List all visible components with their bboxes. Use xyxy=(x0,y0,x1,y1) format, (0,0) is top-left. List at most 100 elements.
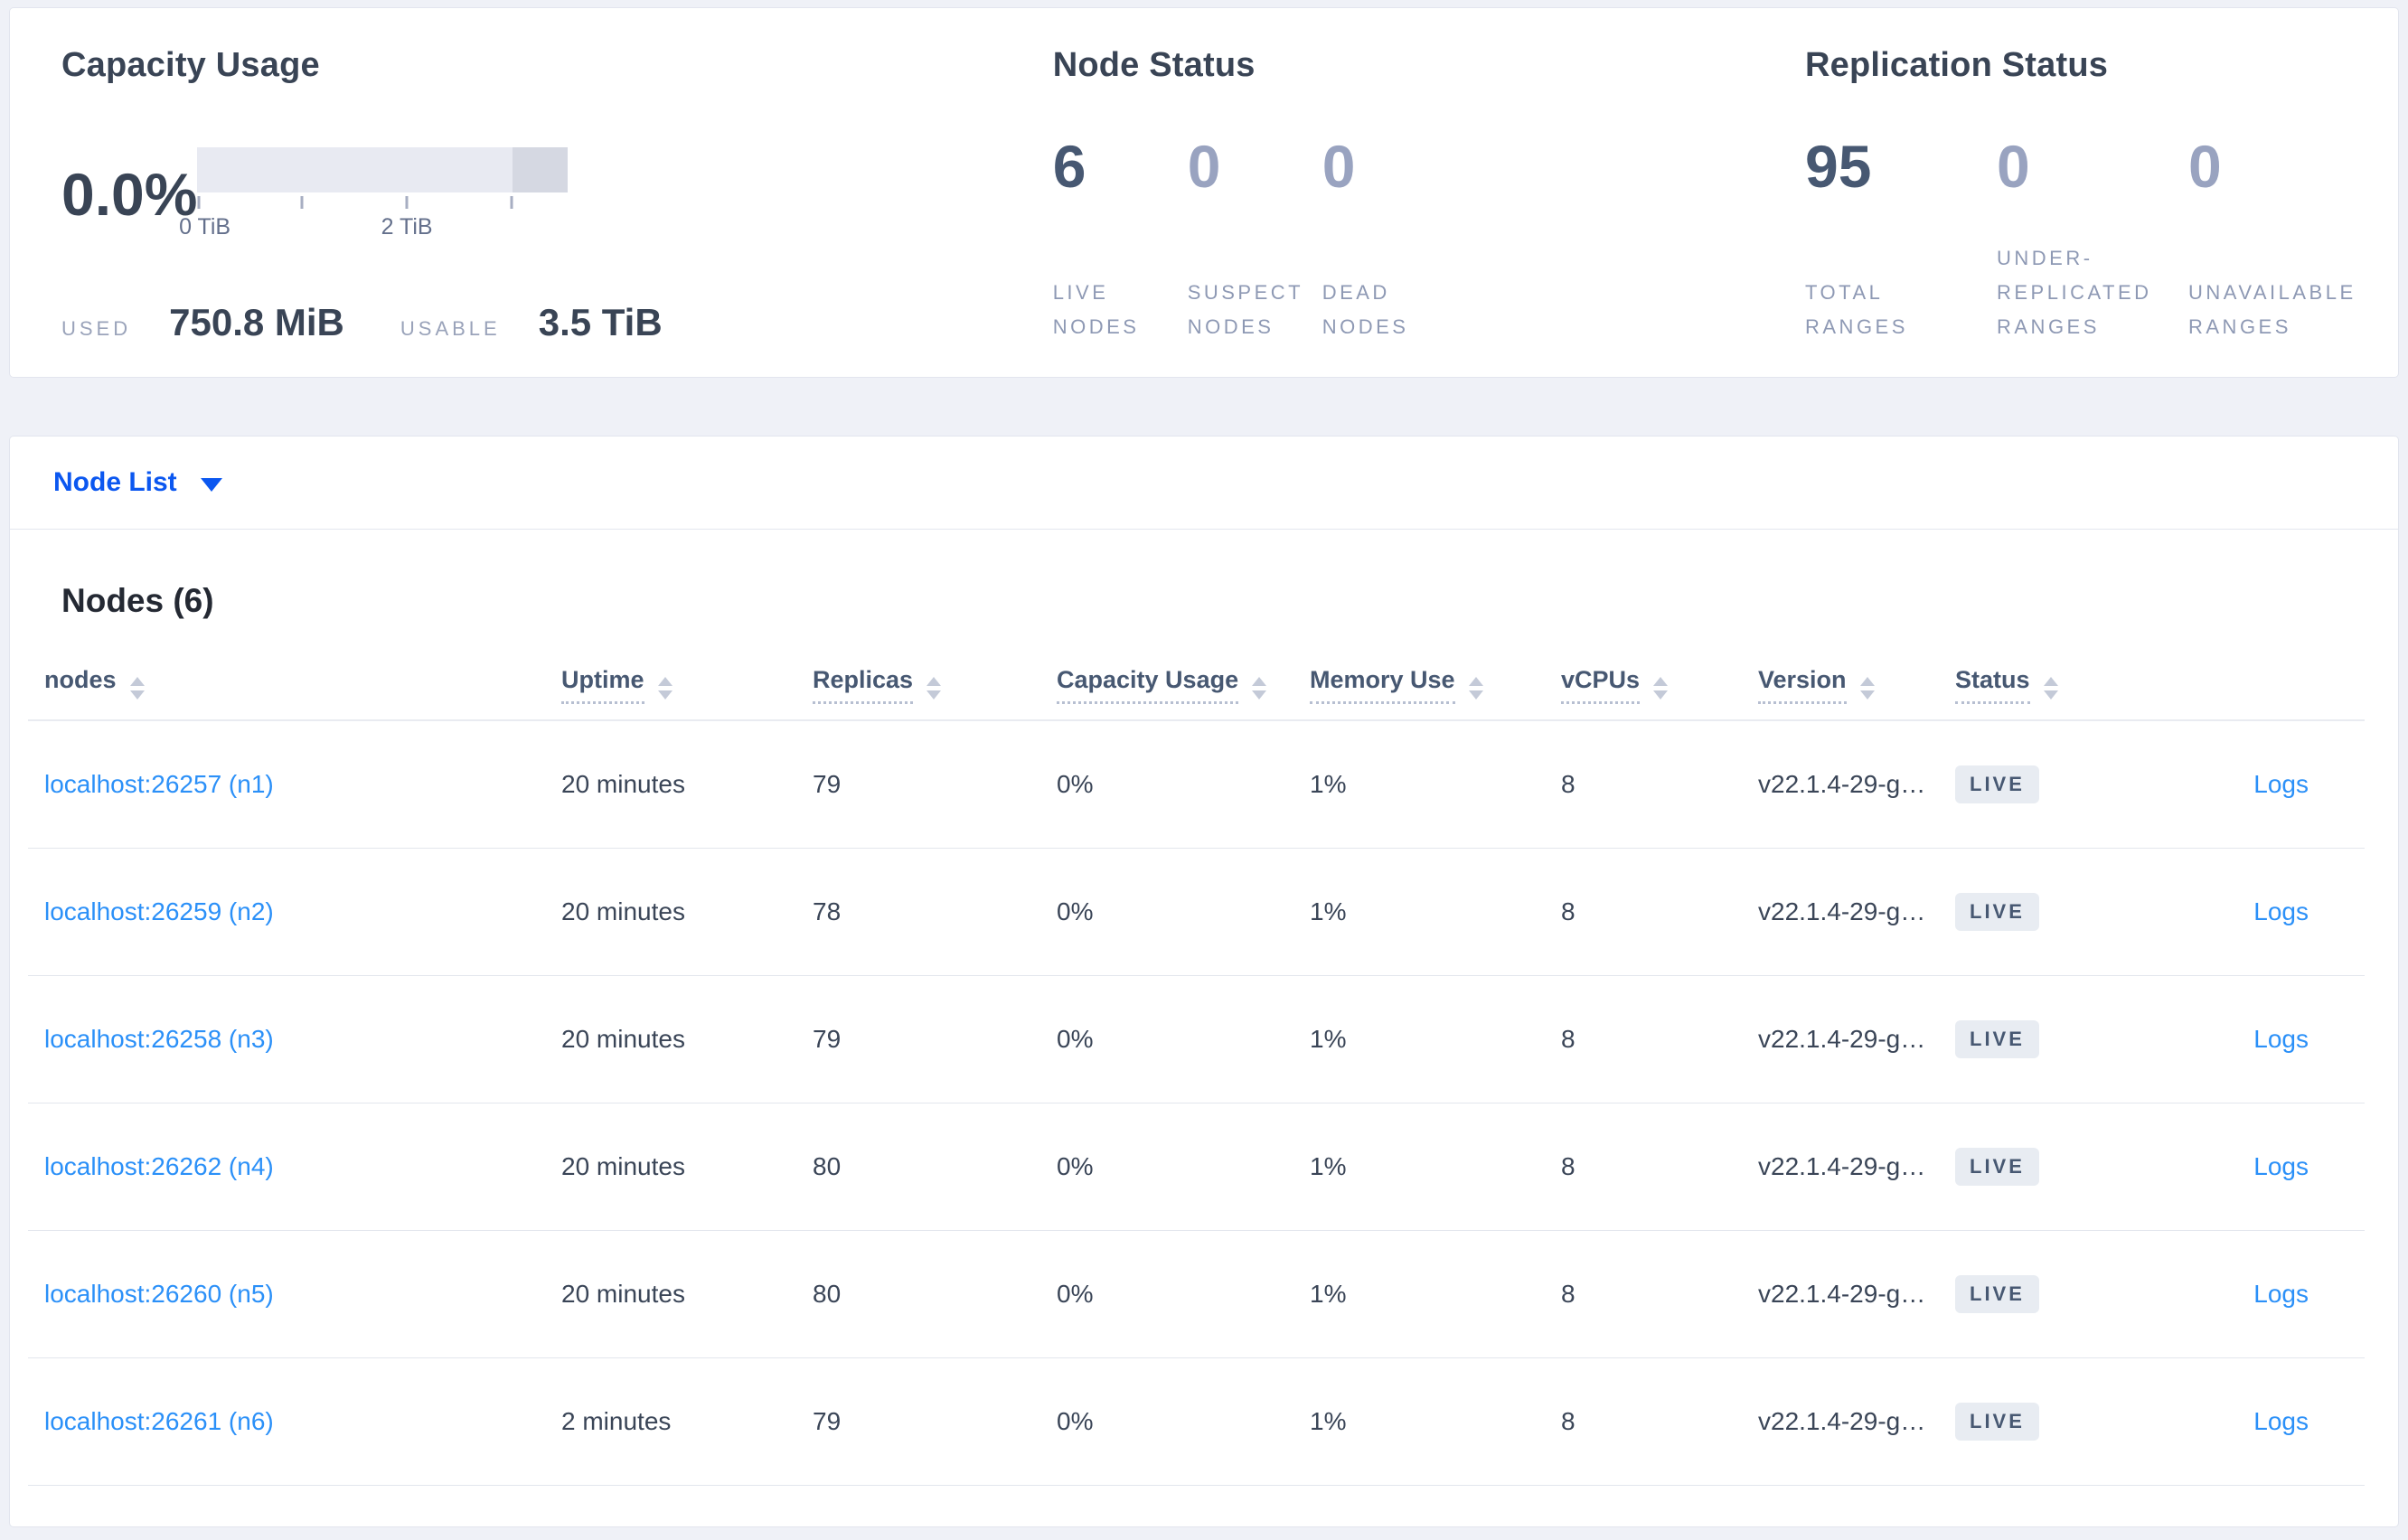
table-row: localhost:26259 (n2) 20 minutes 78 0% 1%… xyxy=(28,848,2365,976)
capacity-cell: 0% xyxy=(1057,1230,1310,1358)
memory-cell: 1% xyxy=(1310,720,1561,849)
uptime-cell: 20 minutes xyxy=(561,848,813,976)
used-value: 750.8 MiB xyxy=(169,301,344,343)
sort-icon xyxy=(1468,676,1483,700)
version-cell: v22.1.4-29-g… xyxy=(1758,1103,1955,1231)
node-list-panel: Node List Nodes (6) nodes Uptime Replica… xyxy=(9,436,2399,1527)
status-badge: LIVE xyxy=(1955,1275,2039,1313)
table-row: localhost:26258 (n3) 20 minutes 79 0% 1%… xyxy=(28,975,2365,1103)
vcpus-cell: 8 xyxy=(1561,848,1758,976)
replicas-cell: 79 xyxy=(813,720,1057,849)
uptime-cell: 2 minutes xyxy=(561,1357,813,1486)
node-link[interactable]: localhost:26259 (n2) xyxy=(44,897,274,925)
unavailable-ranges-value: 0 xyxy=(2188,133,2222,200)
capacity-cell: 0% xyxy=(1057,720,1310,849)
unavailable-ranges-stat: 0 UNAVAILABLE RANGES xyxy=(2188,133,2380,344)
nodes-table-section: Nodes (6) nodes Uptime Replicas Capacity… xyxy=(10,582,2398,1486)
uptime-cell: 20 minutes xyxy=(561,975,813,1103)
logs-link[interactable]: Logs xyxy=(2253,897,2309,925)
capacity-usage-title: Capacity Usage xyxy=(61,46,320,84)
capacity-usage-chart: 0.0% 0 TiB 2 TiB xyxy=(61,147,1053,241)
replicas-cell: 80 xyxy=(813,1103,1057,1231)
unavailable-ranges-label: UNAVAILABLE RANGES xyxy=(2188,281,2356,338)
replication-status-section: Replication Status 95 TOTAL RANGES 0 UND… xyxy=(1805,44,2380,344)
live-nodes-label: LIVE NODES xyxy=(1052,281,1140,338)
live-nodes-stat: 6 LIVE NODES xyxy=(1053,133,1188,344)
logs-link[interactable]: Logs xyxy=(2253,1407,2309,1435)
usable-value: 3.5 TiB xyxy=(538,301,663,343)
suspect-nodes-stat: 0 SUSPECT NODES xyxy=(1188,133,1322,344)
replicas-cell: 79 xyxy=(813,1357,1057,1486)
version-cell: v22.1.4-29-g… xyxy=(1758,848,1955,976)
capacity-bar-track xyxy=(197,147,569,192)
uptime-cell: 20 minutes xyxy=(561,720,813,849)
node-status-stats: 6 LIVE NODES 0 SUSPECT NODES 0 DEAD NODE… xyxy=(1053,133,1805,344)
column-header-nodes[interactable]: nodes xyxy=(28,645,561,721)
suspect-nodes-label: SUSPECT NODES xyxy=(1187,281,1303,338)
capacity-used-usable-row: USED 750.8 MiB USABLE 3.5 TiB xyxy=(61,301,1053,344)
axis-tick xyxy=(300,196,304,209)
replicas-cell: 79 xyxy=(813,975,1057,1103)
memory-cell: 1% xyxy=(1310,1230,1561,1358)
node-link[interactable]: localhost:26261 (n6) xyxy=(44,1407,274,1435)
replication-status-stats: 95 TOTAL RANGES 0 UNDER-REPLICATED RANGE… xyxy=(1805,133,2380,344)
node-link[interactable]: localhost:26262 (n4) xyxy=(44,1152,274,1180)
node-link[interactable]: localhost:26258 (n3) xyxy=(44,1025,274,1053)
vcpus-cell: 8 xyxy=(1561,975,1758,1103)
sort-icon xyxy=(1653,676,1669,700)
vcpus-cell: 8 xyxy=(1561,720,1758,849)
uptime-cell: 20 minutes xyxy=(561,1103,813,1231)
status-badge: LIVE xyxy=(1955,765,2039,803)
axis-tick xyxy=(197,196,201,209)
node-status-section: Node Status 6 LIVE NODES 0 SUSPECT NODES… xyxy=(1053,44,1805,344)
vcpus-cell: 8 xyxy=(1561,1230,1758,1358)
table-row: localhost:26260 (n5) 20 minutes 80 0% 1%… xyxy=(28,1230,2365,1358)
chevron-down-icon xyxy=(200,477,222,492)
status-badge: LIVE xyxy=(1955,893,2039,931)
memory-cell: 1% xyxy=(1310,975,1561,1103)
nodes-table: nodes Uptime Replicas Capacity Usage Mem… xyxy=(28,645,2365,1486)
memory-cell: 1% xyxy=(1310,1103,1561,1231)
capacity-cell: 0% xyxy=(1057,975,1310,1103)
column-header-version[interactable]: Version xyxy=(1758,645,1955,721)
under-replicated-ranges-stat: 0 UNDER-REPLICATED RANGES xyxy=(1997,133,2188,344)
version-cell: v22.1.4-29-g… xyxy=(1758,1357,1955,1486)
memory-cell: 1% xyxy=(1310,848,1561,976)
usable-label: USABLE xyxy=(400,317,501,340)
axis-label-2tib: 2 TiB xyxy=(381,214,433,239)
column-header-capacity-usage[interactable]: Capacity Usage xyxy=(1057,645,1310,721)
used-label: USED xyxy=(61,317,132,340)
node-link[interactable]: localhost:26257 (n1) xyxy=(44,770,274,798)
table-row: localhost:26261 (n6) 2 minutes 79 0% 1% … xyxy=(28,1357,2365,1486)
replication-status-title: Replication Status xyxy=(1805,46,2109,84)
total-ranges-value: 95 xyxy=(1805,133,1872,200)
column-header-vcpus[interactable]: vCPUs xyxy=(1561,645,1758,721)
vcpus-cell: 8 xyxy=(1561,1357,1758,1486)
capacity-axis-ticks xyxy=(197,196,568,211)
capacity-cell: 0% xyxy=(1057,848,1310,976)
axis-tick xyxy=(510,196,513,209)
capacity-usage-section: Capacity Usage 0.0% 0 TiB 2 TiB USED 750… xyxy=(61,44,1053,344)
sort-icon xyxy=(927,676,942,700)
column-header-replicas[interactable]: Replicas xyxy=(813,645,1057,721)
column-header-uptime[interactable]: Uptime xyxy=(561,645,813,721)
nodes-heading: Nodes (6) xyxy=(61,582,214,619)
version-cell: v22.1.4-29-g… xyxy=(1758,1230,1955,1358)
column-header-status[interactable]: Status xyxy=(1955,645,2172,721)
logs-link[interactable]: Logs xyxy=(2253,1025,2309,1053)
version-cell: v22.1.4-29-g… xyxy=(1758,720,1955,849)
node-link[interactable]: localhost:26260 (n5) xyxy=(44,1280,274,1308)
dead-nodes-label: DEAD NODES xyxy=(1322,281,1409,338)
node-list-dropdown[interactable]: Node List xyxy=(10,437,2398,530)
total-ranges-label: TOTAL RANGES xyxy=(1805,281,1908,338)
column-header-memory-use[interactable]: Memory Use xyxy=(1310,645,1561,721)
logs-link[interactable]: Logs xyxy=(2253,1280,2309,1308)
summary-panel: Capacity Usage 0.0% 0 TiB 2 TiB USED 750… xyxy=(9,7,2399,378)
table-row: localhost:26257 (n1) 20 minutes 79 0% 1%… xyxy=(28,720,2365,849)
under-replicated-ranges-value: 0 xyxy=(1997,133,2030,200)
capacity-cell: 0% xyxy=(1057,1357,1310,1486)
total-ranges-stat: 95 TOTAL RANGES xyxy=(1805,133,1997,344)
dead-nodes-stat: 0 DEAD NODES xyxy=(1322,133,1457,344)
logs-link[interactable]: Logs xyxy=(2253,1152,2309,1180)
logs-link[interactable]: Logs xyxy=(2253,770,2309,798)
